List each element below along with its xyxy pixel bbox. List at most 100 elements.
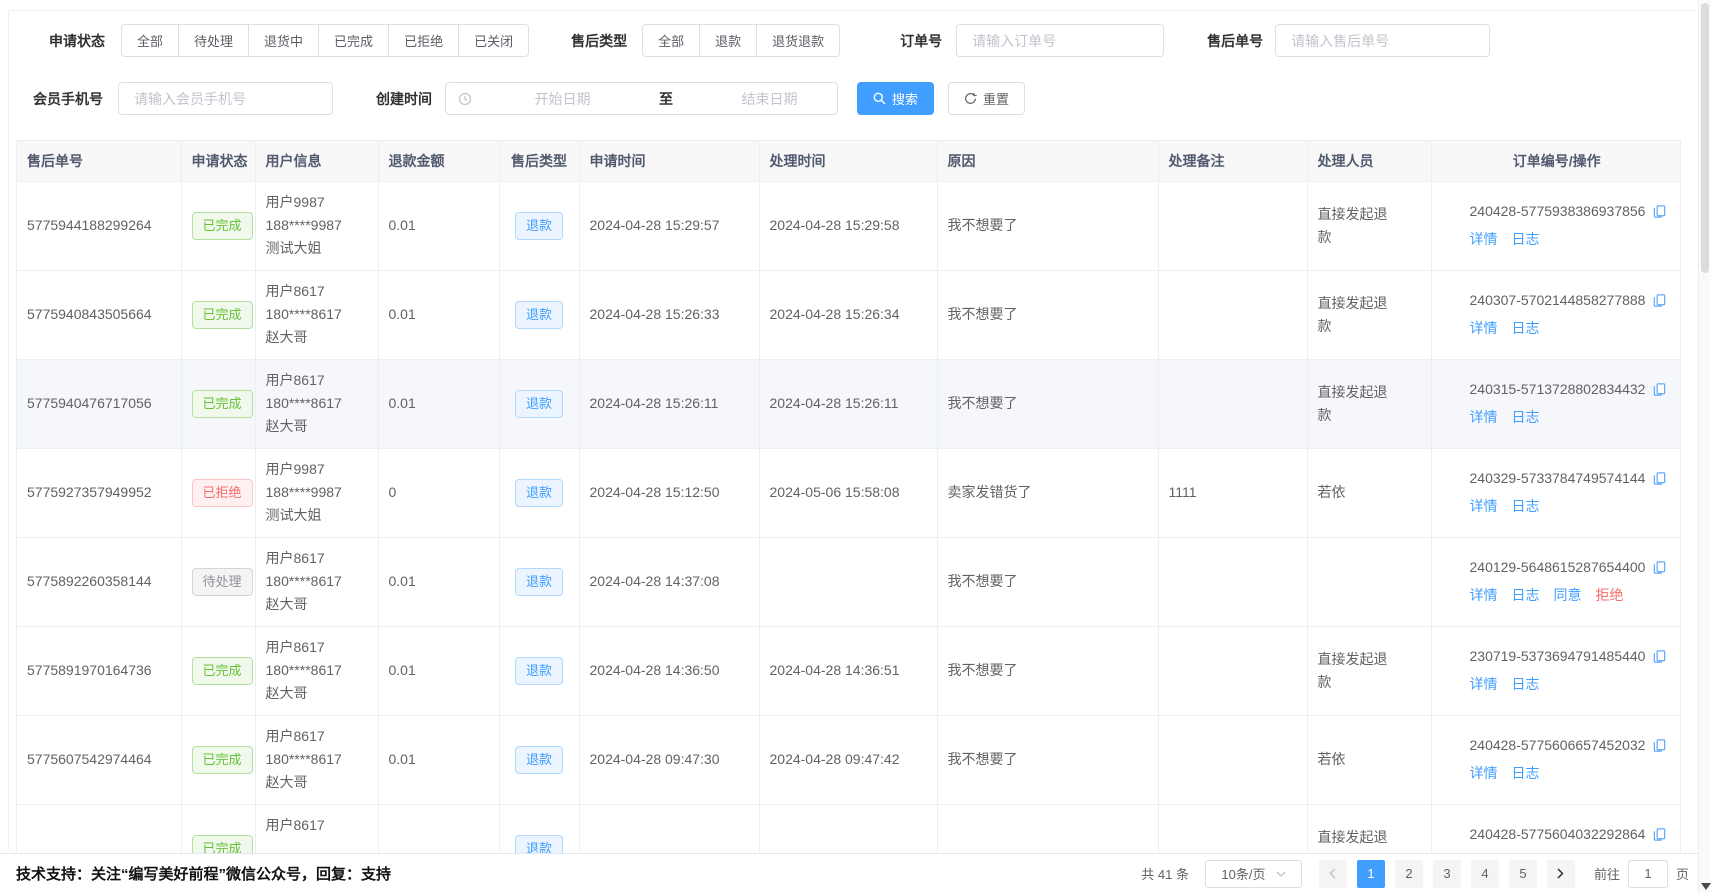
filter-row-2: 会员手机号 创建时间 至 搜索 重置 bbox=[0, 82, 1711, 115]
action-link[interactable]: 详情 bbox=[1470, 406, 1498, 429]
type-tag: 退款 bbox=[515, 301, 563, 329]
action-links: 详情日志 bbox=[1470, 673, 1673, 696]
action-links: 详情日志 bbox=[1470, 495, 1673, 518]
status-cell: 已完成 bbox=[181, 804, 255, 853]
reason-cell bbox=[937, 804, 1158, 853]
status-tag: 已完成 bbox=[192, 835, 253, 854]
page-button[interactable]: 5 bbox=[1509, 860, 1537, 888]
end-date-input[interactable] bbox=[679, 91, 860, 107]
action-link[interactable]: 详情 bbox=[1470, 317, 1498, 340]
table-header: 售后单号申请状态用户信息退款金额售后类型申请时间处理时间原因处理备注处理人员订单… bbox=[17, 141, 1681, 181]
copy-icon[interactable] bbox=[1652, 560, 1667, 575]
refund-amount-cell: 0 bbox=[378, 448, 499, 537]
user-info-line: 用户8617 bbox=[266, 814, 368, 837]
after-sale-no-cell: 5775891970164736 bbox=[17, 626, 181, 715]
filter-row-1: 申请状态 全部待处理退货中已完成已拒绝已关闭 售后类型 全部退款退货退款 订单号… bbox=[0, 24, 1711, 57]
service-no-label: 售后单号 bbox=[1207, 31, 1263, 51]
service-no-input[interactable] bbox=[1275, 24, 1490, 57]
after-sale-type-option[interactable]: 退货退款 bbox=[757, 24, 840, 57]
reason-cell: 我不想要了 bbox=[937, 359, 1158, 448]
scrollbar-thumb[interactable] bbox=[1701, 3, 1709, 273]
page-button[interactable]: 3 bbox=[1433, 860, 1461, 888]
chevron-right-icon bbox=[1556, 868, 1565, 879]
apply-time-cell: 2024-04-28 09:47:30 bbox=[579, 715, 759, 804]
copy-icon[interactable] bbox=[1652, 649, 1667, 664]
status-cell: 已完成 bbox=[181, 715, 255, 804]
action-links: 详情日志 bbox=[1470, 228, 1673, 251]
table-row: 已完成用户8617 退款直接发起退款240428-577560403229286… bbox=[17, 804, 1681, 853]
apply-status-option[interactable]: 待处理 bbox=[179, 24, 249, 57]
handle-time-cell: 2024-04-28 15:26:11 bbox=[759, 359, 937, 448]
user-info-line: 180****8617 bbox=[266, 659, 368, 682]
action-link[interactable]: 详情 bbox=[1470, 228, 1498, 251]
reason-cell: 我不想要了 bbox=[937, 537, 1158, 626]
create-time-range[interactable]: 至 bbox=[445, 82, 838, 115]
order-line: 240428-5775606657452032 bbox=[1470, 734, 1673, 757]
action-link[interactable]: 详情 bbox=[1470, 762, 1498, 785]
copy-icon[interactable] bbox=[1652, 382, 1667, 397]
operation-cell: 240428-5775606657452032 详情日志 bbox=[1431, 715, 1681, 804]
order-line: 240428-5775604032292864 bbox=[1470, 823, 1673, 846]
action-link[interactable]: 日志 bbox=[1512, 406, 1540, 429]
apply-time-cell: 2024-04-28 14:36:50 bbox=[579, 626, 759, 715]
type-tag: 退款 bbox=[515, 746, 563, 774]
refund-amount-cell: 0.01 bbox=[378, 537, 499, 626]
after-sale-no-cell: 5775927357949952 bbox=[17, 448, 181, 537]
copy-icon[interactable] bbox=[1652, 738, 1667, 753]
order-no: 240315-5713728802834432 bbox=[1470, 378, 1646, 401]
status-cell: 已完成 bbox=[181, 359, 255, 448]
refund-amount-cell: 0.01 bbox=[378, 626, 499, 715]
start-date-input[interactable] bbox=[472, 91, 653, 107]
after-sale-no-cell: 5775944188299264 bbox=[17, 181, 181, 270]
user-info-line: 赵大哥 bbox=[266, 593, 368, 616]
type-tag: 退款 bbox=[515, 835, 563, 854]
action-link[interactable]: 日志 bbox=[1512, 495, 1540, 518]
vertical-scrollbar[interactable] bbox=[1698, 0, 1711, 893]
apply-status-option[interactable]: 已拒绝 bbox=[389, 24, 459, 57]
next-page-button[interactable] bbox=[1547, 860, 1575, 888]
page-button[interactable]: 2 bbox=[1395, 860, 1423, 888]
copy-icon[interactable] bbox=[1652, 204, 1667, 219]
page-size-select[interactable]: 10条/页 bbox=[1205, 860, 1302, 888]
copy-icon[interactable] bbox=[1652, 471, 1667, 486]
apply-status-option[interactable]: 已完成 bbox=[319, 24, 389, 57]
page-button[interactable]: 4 bbox=[1471, 860, 1499, 888]
column-header: 售后类型 bbox=[499, 141, 579, 181]
prev-page-button[interactable] bbox=[1319, 860, 1347, 888]
total-count: 共 41 条 bbox=[1141, 864, 1189, 883]
action-link[interactable]: 日志 bbox=[1512, 584, 1540, 607]
handle-time-cell: 2024-04-28 15:29:58 bbox=[759, 181, 937, 270]
action-link[interactable]: 日志 bbox=[1512, 317, 1540, 340]
reason-cell: 我不想要了 bbox=[937, 181, 1158, 270]
apply-status-option[interactable]: 全部 bbox=[121, 24, 179, 57]
action-link[interactable]: 详情 bbox=[1470, 495, 1498, 518]
copy-icon[interactable] bbox=[1652, 293, 1667, 308]
apply-status-option[interactable]: 退货中 bbox=[249, 24, 319, 57]
remark-cell bbox=[1158, 715, 1307, 804]
goto-page-input[interactable] bbox=[1628, 860, 1668, 888]
search-button[interactable]: 搜索 bbox=[857, 82, 934, 115]
action-link[interactable]: 详情 bbox=[1470, 584, 1498, 607]
action-link[interactable]: 详情 bbox=[1470, 673, 1498, 696]
action-link[interactable]: 日志 bbox=[1512, 228, 1540, 251]
order-no: 240428-5775938386937856 bbox=[1470, 200, 1646, 223]
after-sale-type-option[interactable]: 全部 bbox=[642, 24, 700, 57]
after-sale-type-option[interactable]: 退款 bbox=[700, 24, 757, 57]
status-tag: 已完成 bbox=[192, 390, 253, 418]
order-no: 240428-5775606657452032 bbox=[1470, 734, 1646, 757]
copy-icon[interactable] bbox=[1652, 827, 1667, 842]
page-button[interactable]: 1 bbox=[1357, 860, 1385, 888]
order-no-input[interactable] bbox=[956, 24, 1164, 57]
reset-button[interactable]: 重置 bbox=[948, 82, 1025, 115]
member-phone-input[interactable] bbox=[118, 82, 333, 115]
action-link[interactable]: 日志 bbox=[1512, 673, 1540, 696]
apply-time-cell: 2024-04-28 15:26:11 bbox=[579, 359, 759, 448]
action-link[interactable]: 拒绝 bbox=[1596, 584, 1624, 607]
order-no: 230719-5373694791485440 bbox=[1470, 645, 1646, 668]
action-link[interactable]: 日志 bbox=[1512, 762, 1540, 785]
user-info-line: 用户8617 bbox=[266, 369, 368, 392]
user-info-cell: 用户8617180****8617赵大哥 bbox=[255, 537, 378, 626]
type-tag: 退款 bbox=[515, 657, 563, 685]
action-link[interactable]: 同意 bbox=[1554, 584, 1582, 607]
apply-status-option[interactable]: 已关闭 bbox=[459, 24, 529, 57]
